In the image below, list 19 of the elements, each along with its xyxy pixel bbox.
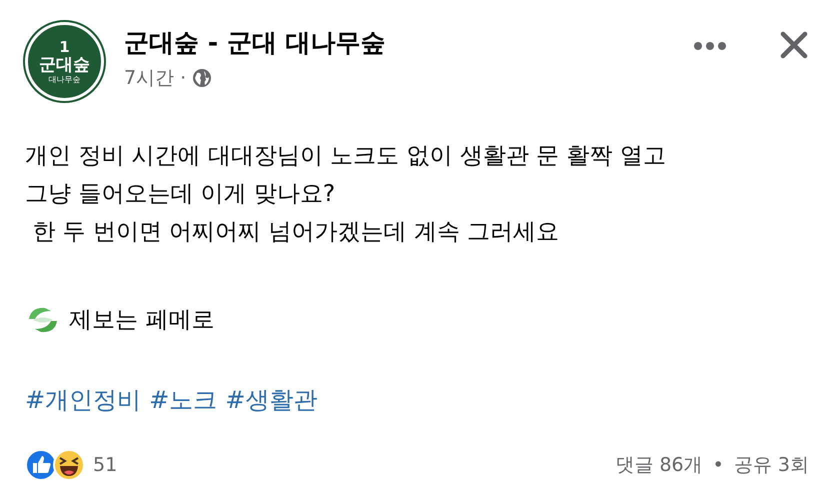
hashtag-link[interactable]: #생활관 — [225, 381, 318, 419]
share-count[interactable]: 공유 3회 — [734, 452, 809, 478]
page-logo[interactable]: 1 군대숲 대나무숲 — [25, 22, 104, 101]
logo-number: 1 — [59, 40, 70, 54]
logo-name: 군대숲 — [39, 56, 90, 74]
post-time[interactable]: 7시간 · — [124, 65, 186, 91]
comment-count[interactable]: 댓글 86개 — [615, 452, 703, 478]
post-text: 개인 정비 시간에 대대장님이 노크도 없이 생활관 문 활짝 열고 — [25, 142, 667, 171]
post-text: 그냥 들어오는데 이게 맞나요? — [25, 180, 336, 209]
hashtag-link[interactable]: #노크 — [149, 381, 218, 419]
separator-dot: • — [712, 454, 724, 476]
logo-caption: 대나무숲 — [48, 76, 80, 84]
tip-text: 제보는 페메로 — [69, 306, 214, 335]
reaction-count[interactable]: 51 — [93, 454, 118, 476]
page-name[interactable]: 군대숲 - 군대 대나무숲 — [124, 26, 673, 59]
hashtag-link[interactable]: #개인정비 — [25, 381, 142, 419]
laughing-emoji-icon[interactable] — [53, 449, 85, 481]
post-text: 한 두 번이면 어찌어찌 넘어가겠는데 계속 그러세요 — [31, 218, 560, 247]
like-icon[interactable] — [25, 449, 57, 481]
